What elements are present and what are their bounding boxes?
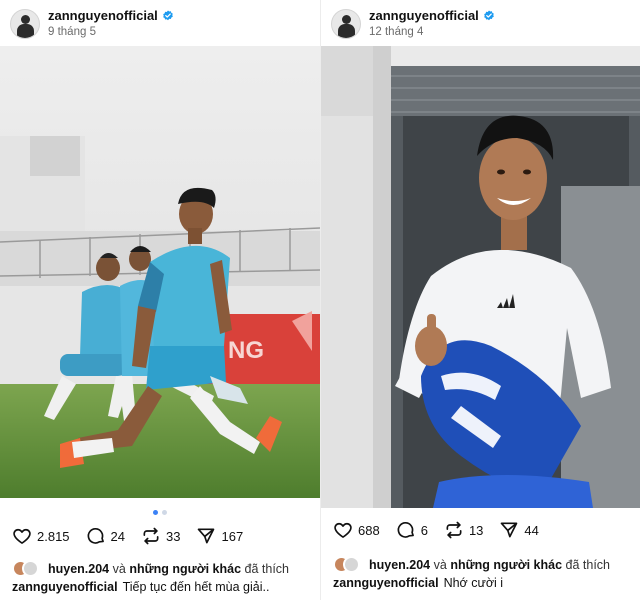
post-card-1: zannguyenofficial 9 tháng 5 NG 2.815 24 … [0, 0, 320, 600]
comment-count: 6 [420, 522, 428, 538]
liker-username[interactable]: huyen.204 [369, 558, 430, 572]
carousel-indicator [0, 510, 320, 515]
like-count: 2.815 [37, 528, 70, 544]
like-button[interactable]: 2.815 [12, 526, 70, 546]
caption-text: Tiếp tục đến hết mùa giải.. [122, 580, 270, 594]
liked-by-suffix: đã thích [244, 562, 289, 576]
avatar [22, 560, 39, 577]
comment-button[interactable]: 24 [86, 526, 125, 546]
carousel-dot[interactable] [162, 510, 167, 515]
caption-username[interactable]: zannguyenofficial [333, 576, 439, 590]
post-image-training[interactable]: NG [0, 46, 320, 498]
avatar[interactable] [331, 9, 361, 39]
heart-icon [13, 528, 31, 544]
comment-count: 24 [110, 528, 126, 544]
liker-username[interactable]: huyen.204 [48, 562, 109, 576]
share-count: 167 [221, 528, 244, 544]
post-header: zannguyenofficial 12 tháng 4 [331, 6, 495, 42]
share-button[interactable]: 44 [499, 520, 539, 540]
liked-by-and: và [433, 558, 447, 572]
comment-button[interactable]: 6 [396, 520, 428, 540]
liked-by-others[interactable]: những người khác [129, 562, 241, 576]
liker-avatars [333, 556, 363, 574]
repost-icon [446, 521, 462, 539]
heart-icon [334, 522, 352, 538]
caption-username[interactable]: zannguyenofficial [12, 580, 118, 594]
comment-bubble-icon [397, 522, 414, 538]
comment-bubble-icon [87, 528, 104, 544]
liked-by-summary[interactable]: huyen.204 và những người khác đã thích [12, 560, 289, 578]
post-date: 9 tháng 5 [48, 25, 96, 38]
username[interactable]: zannguyenofficial [48, 8, 158, 24]
svg-text:NG: NG [228, 337, 264, 364]
post-actions: 2.815 24 33 167 [12, 526, 259, 546]
carousel-dot-active[interactable] [153, 510, 158, 515]
share-count: 44 [524, 522, 539, 538]
post-header: zannguyenofficial 9 tháng 5 [10, 6, 174, 42]
verified-badge-icon [483, 10, 494, 21]
send-icon [501, 522, 518, 538]
repost-count: 33 [166, 528, 181, 544]
liked-by-summary[interactable]: huyen.204 và những người khác đã thích [333, 556, 610, 574]
repost-count: 13 [468, 522, 484, 538]
repost-button[interactable]: 33 [141, 526, 180, 546]
like-button[interactable]: 688 [333, 520, 380, 540]
liker-avatars [12, 560, 42, 578]
verified-badge-icon [162, 10, 173, 21]
caption-text: Nhớ cười i [443, 576, 504, 590]
repost-icon [143, 527, 159, 545]
post-caption: zannguyenofficial Nhớ cười i [333, 576, 503, 590]
repost-button[interactable]: 13 [444, 520, 483, 540]
post-date: 12 tháng 4 [369, 25, 424, 38]
avatar [343, 556, 360, 573]
post-caption: zannguyenofficial Tiếp tục đến hết mùa gi… [12, 580, 269, 594]
post-image-smiling[interactable] [321, 46, 640, 508]
share-button[interactable]: 167 [196, 526, 243, 546]
post-card-2: zannguyenofficial 12 tháng 4 688 6 13 44… [320, 0, 640, 600]
liked-by-suffix: đã thích [565, 558, 610, 572]
liked-by-others[interactable]: những người khác [450, 558, 562, 572]
post-actions: 688 6 13 44 [333, 520, 555, 540]
liked-by-and: và [112, 562, 126, 576]
username[interactable]: zannguyenofficial [369, 8, 479, 24]
avatar[interactable] [10, 9, 40, 39]
like-count: 688 [358, 522, 380, 538]
send-icon [198, 528, 215, 544]
